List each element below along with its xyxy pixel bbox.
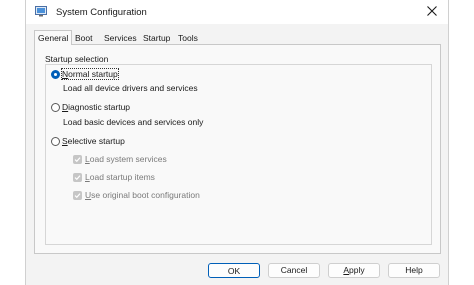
apply-button[interactable]: Apply: [328, 263, 380, 278]
checkmark-icon: [74, 175, 81, 181]
diagnostic-startup-radio[interactable]: [51, 103, 60, 112]
tab-tools[interactable]: Tools: [175, 32, 201, 44]
diagnostic-startup-label[interactable]: Diagnostic startup: [62, 102, 130, 112]
checkmark-icon: [74, 157, 81, 163]
title-bar: System Configuration: [26, 0, 448, 24]
use-original-boot-config-label: Use original boot configuration: [85, 190, 200, 200]
ok-button[interactable]: OK: [208, 263, 260, 278]
load-startup-items-checkbox[interactable]: [73, 173, 82, 182]
close-icon[interactable]: [426, 5, 438, 17]
cancel-button[interactable]: Cancel: [268, 263, 320, 278]
help-button[interactable]: Help: [388, 263, 440, 278]
tab-general[interactable]: General: [34, 30, 73, 45]
selective-startup-label[interactable]: Selective startup: [62, 136, 125, 146]
load-system-services-label: Load system services: [85, 154, 167, 164]
diagnostic-startup-description: Load basic devices and services only: [63, 117, 204, 127]
tab-boot[interactable]: Boot: [72, 32, 96, 44]
system-config-icon: [35, 6, 47, 17]
load-system-services-checkbox[interactable]: [73, 155, 82, 164]
selective-startup-radio[interactable]: [51, 137, 60, 146]
system-configuration-window: System Configuration General Boot Servic…: [25, 0, 449, 285]
tab-startup[interactable]: Startup: [140, 32, 173, 44]
normal-startup-label[interactable]: Normal startup: [61, 68, 119, 80]
startup-selection-label: Startup selection: [45, 54, 109, 64]
normal-startup-description: Load all device drivers and services: [63, 83, 198, 93]
window-title: System Configuration: [56, 7, 147, 18]
tab-services[interactable]: Services: [101, 32, 140, 44]
checkmark-icon: [74, 193, 81, 199]
load-startup-items-label: Load startup items: [85, 172, 155, 182]
use-original-boot-config-checkbox[interactable]: [73, 191, 82, 200]
normal-startup-radio[interactable]: [51, 70, 60, 79]
